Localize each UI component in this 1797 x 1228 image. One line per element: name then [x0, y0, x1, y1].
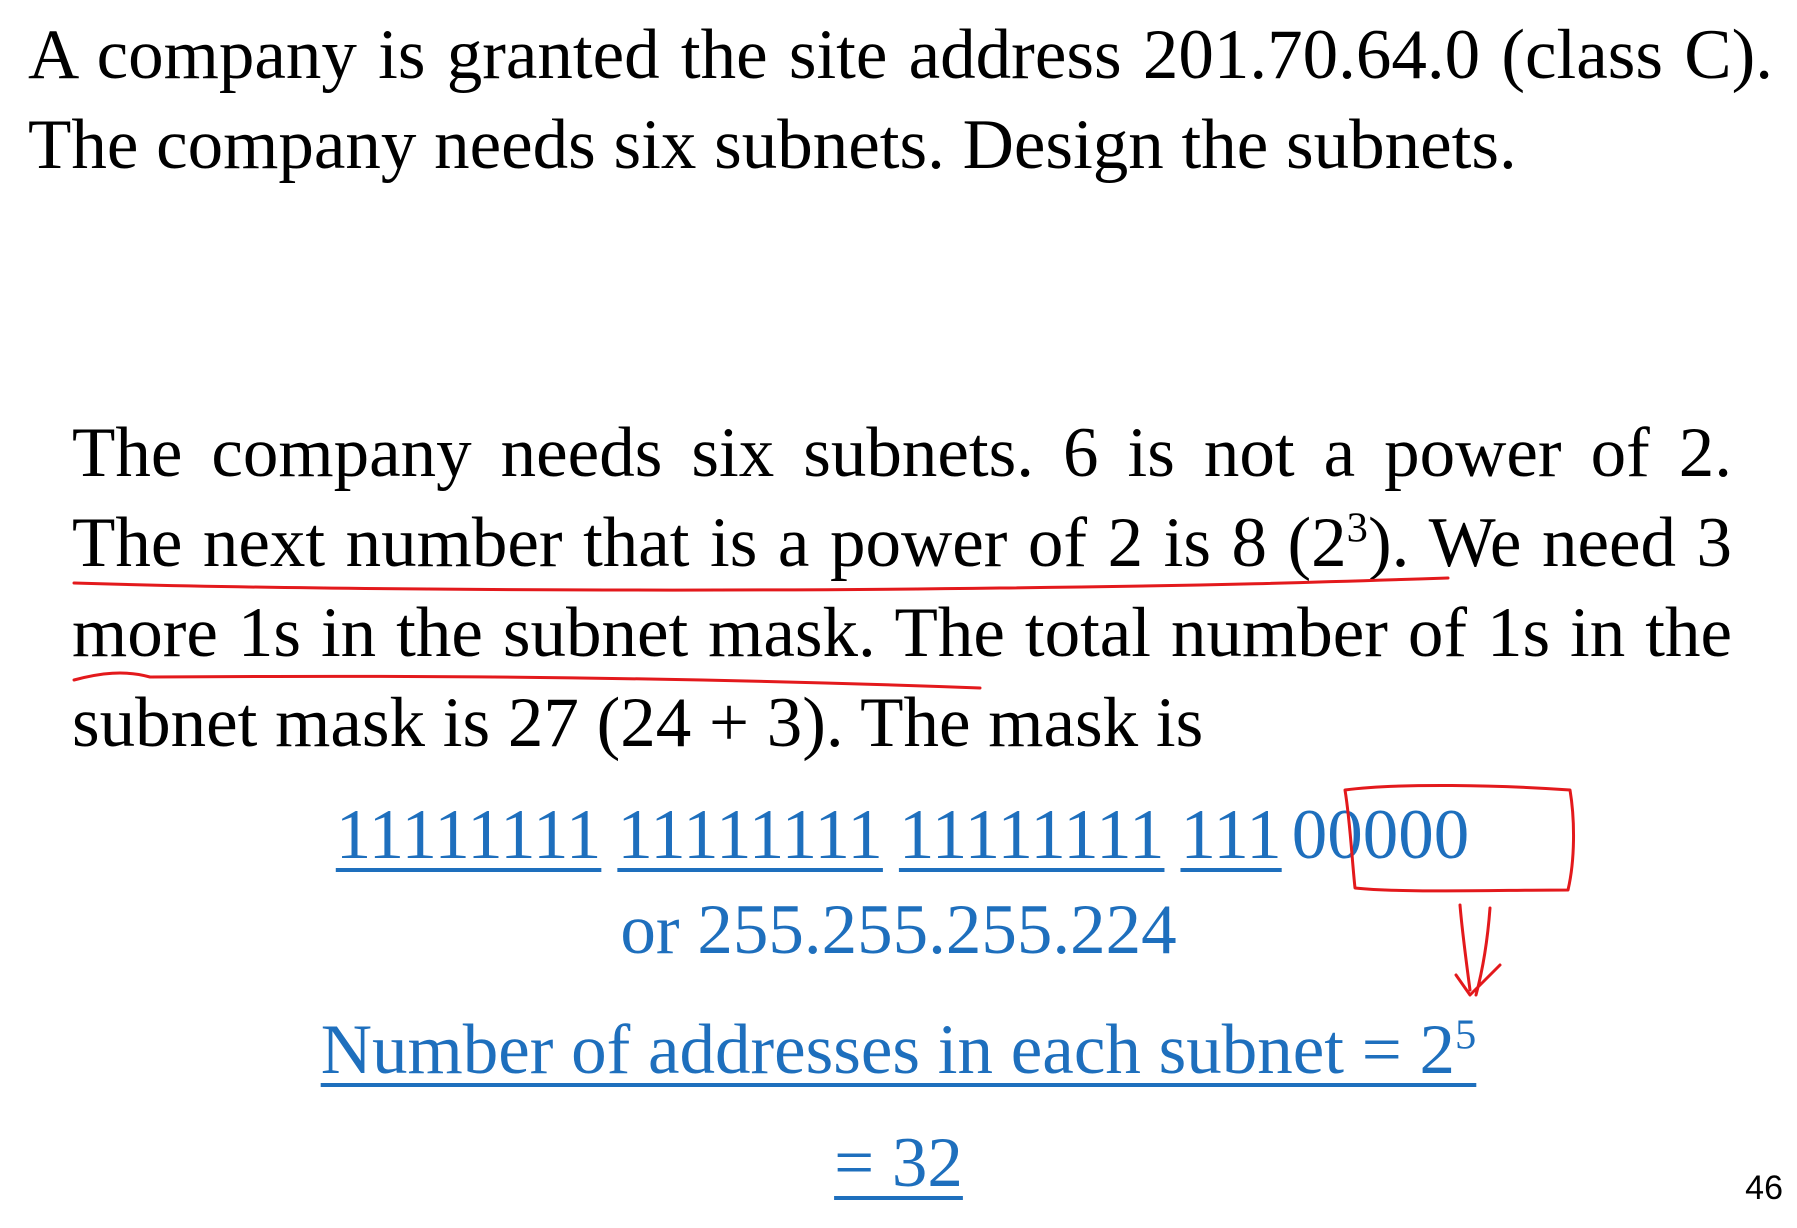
decimal-mask: or 255.255.255.224: [620, 891, 1177, 969]
mask-octet-4-network: 111: [1180, 796, 1282, 874]
addresses-exponent: 5: [1455, 1011, 1477, 1059]
addresses-count-text: Number of addresses in each subnet = 25: [321, 1011, 1477, 1089]
page-number: 46: [1745, 1169, 1783, 1207]
explanation-paragraph: The company needs six subnets. 6 is not …: [72, 408, 1732, 768]
slide: A company is granted the site address 20…: [0, 0, 1797, 1228]
addresses-result-line: = 32: [0, 1118, 1797, 1208]
mask-octet-4-host: 00000: [1291, 796, 1470, 874]
mask-octet-2: 11111111: [617, 796, 883, 874]
addresses-result: = 32: [834, 1124, 963, 1202]
explanation-exponent: 3: [1346, 504, 1368, 552]
mask-octet-3: 11111111: [898, 796, 1165, 874]
decimal-mask-line: or 255.255.255.224: [0, 885, 1797, 975]
addresses-count-line: Number of addresses in each subnet = 25: [0, 1005, 1797, 1095]
problem-text: A company is granted the site address 20…: [28, 16, 1773, 184]
mask-octet-1: 11111111: [335, 796, 602, 874]
addresses-label: Number of addresses in each subnet = 2: [320, 1011, 1455, 1089]
binary-mask-line: 11111111 11111111 11111111 111 00000: [0, 790, 1797, 880]
problem-statement: A company is granted the site address 20…: [28, 10, 1773, 190]
